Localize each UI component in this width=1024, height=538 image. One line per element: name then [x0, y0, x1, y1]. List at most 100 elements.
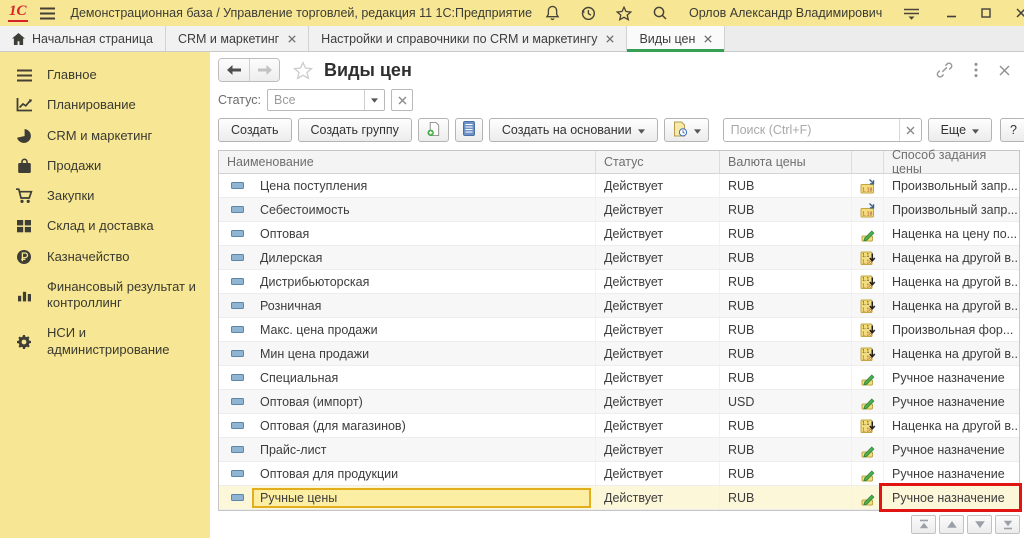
tab[interactable]: Начальная страница: [0, 26, 166, 51]
table-row[interactable]: Прайс-лист Действует RUB Ручное назначен…: [219, 438, 1019, 462]
create-group-button[interactable]: Создать группу: [298, 118, 412, 142]
status-filter-combo[interactable]: Все: [267, 89, 385, 111]
close-form-icon[interactable]: [999, 65, 1010, 76]
table-row[interactable]: Дилерская Действует RUB 1.11.18 Наценка …: [219, 246, 1019, 270]
more-button[interactable]: Еще: [928, 118, 992, 142]
sidebar-item[interactable]: Продажи: [0, 151, 210, 181]
sidebar-item-icon: [14, 249, 34, 265]
column-header-currency[interactable]: Валюта цены: [719, 151, 851, 173]
go-to-bottom-button[interactable]: [995, 515, 1020, 534]
table-header: Наименование Статус Валюта цены Способ з…: [219, 151, 1019, 174]
sidebar-item[interactable]: НСИ и администрирование: [0, 318, 210, 365]
kebab-menu-icon[interactable]: [974, 62, 978, 78]
tab-label: Начальная страница: [32, 32, 153, 46]
tab[interactable]: Настройки и справочники по CRM и маркети…: [309, 26, 627, 51]
sidebar-item-label: Планирование: [47, 97, 136, 113]
method-cell: Наценка на другой в...: [883, 414, 1019, 437]
sidebar-item[interactable]: Склад и доставка: [0, 211, 210, 241]
price-type-item-icon: [231, 398, 244, 405]
maximize-button[interactable]: [977, 4, 995, 22]
price-type-item-icon: [231, 494, 244, 501]
table-row[interactable]: Макс. цена продажи Действует RUB 1.11.18…: [219, 318, 1019, 342]
sidebar-item[interactable]: Казначейство: [0, 242, 210, 272]
table-row[interactable]: Дистрибьюторская Действует RUB 1.11.18 Н…: [219, 270, 1019, 294]
create-based-on-button[interactable]: Создать на основании: [489, 118, 658, 142]
sidebar-item-icon: [14, 188, 34, 204]
get-link-icon[interactable]: [936, 62, 953, 78]
table-row[interactable]: Оптовая (для магазинов) Действует RUB 1.…: [219, 414, 1019, 438]
create-button[interactable]: Создать: [218, 118, 292, 142]
main-menu-icon[interactable]: [39, 4, 56, 22]
sidebar-item[interactable]: CRM и маркетинг: [0, 121, 210, 151]
table-row[interactable]: Мин цена продажи Действует RUB 1.11.18 Н…: [219, 342, 1019, 366]
move-down-button[interactable]: [967, 515, 992, 534]
method-icon-cell: [851, 222, 883, 245]
back-button[interactable]: [219, 59, 249, 81]
method-icon: 1.18: [860, 202, 876, 218]
tab-label: Виды цен: [639, 32, 695, 46]
table-row[interactable]: Себестоимость Действует RUB 1.18 Произво…: [219, 198, 1019, 222]
tab-close-icon[interactable]: [606, 35, 614, 43]
sidebar-item[interactable]: Финансовый результат и контроллинг: [0, 272, 210, 319]
move-up-button[interactable]: [939, 515, 964, 534]
minimize-button[interactable]: [942, 4, 960, 22]
price-type-name: Оптовая: [252, 224, 591, 244]
price-type-name: Оптовая (для магазинов): [252, 416, 591, 436]
method-icon: [860, 490, 876, 506]
window-title: Демонстрационная база / Управление торго…: [71, 6, 533, 20]
global-search-icon[interactable]: [651, 4, 669, 22]
currency-cell: USD: [719, 390, 851, 413]
method-icon-cell: [851, 438, 883, 461]
status-filter-clear-button[interactable]: [391, 89, 413, 111]
favorite-star-icon[interactable]: [293, 61, 313, 80]
list-settings-button[interactable]: [455, 118, 483, 142]
svg-text:1.1: 1.1: [862, 277, 869, 283]
price-type-item-icon: [231, 206, 244, 213]
tab[interactable]: CRM и маркетинг: [166, 26, 309, 51]
history-icon[interactable]: [579, 4, 597, 22]
sidebar-item-icon: [14, 97, 34, 113]
table-row[interactable]: Ручные цены Действует RUB Ручное назначе…: [219, 486, 1019, 510]
method-icon-cell: 1.11.18: [851, 294, 883, 317]
title-bar: 1С Демонстрационная база / Управление то…: [0, 0, 1024, 26]
close-window-button[interactable]: [1012, 4, 1024, 22]
table-row[interactable]: Цена поступления Действует RUB 1.18 Прои…: [219, 174, 1019, 198]
method-cell: Наценка на цену по...: [883, 222, 1019, 245]
status-cell: Действует: [595, 246, 719, 269]
service-menu-icon[interactable]: [902, 4, 920, 22]
sidebar-item[interactable]: Планирование: [0, 90, 210, 120]
notifications-icon[interactable]: [543, 4, 561, 22]
search-clear-icon[interactable]: [899, 119, 921, 141]
sidebar-item[interactable]: Закупки: [0, 181, 210, 211]
forward-button[interactable]: [249, 59, 279, 81]
report-button[interactable]: [664, 118, 709, 142]
column-header-status[interactable]: Статус: [595, 151, 719, 173]
column-header-method[interactable]: Способ задания цены: [883, 151, 1019, 173]
method-icon: 1.11.18: [860, 250, 876, 266]
go-to-top-button[interactable]: [911, 515, 936, 534]
column-header-name[interactable]: Наименование: [219, 151, 595, 173]
combo-dropdown-icon[interactable]: [364, 90, 384, 110]
table-row[interactable]: Оптовая Действует RUB Наценка на цену по…: [219, 222, 1019, 246]
tab-close-icon[interactable]: [704, 35, 712, 43]
table-row[interactable]: Оптовая (импорт) Действует USD Ручное на…: [219, 390, 1019, 414]
price-type-name: Макс. цена продажи: [252, 320, 591, 340]
favorites-icon[interactable]: [615, 4, 633, 22]
tab-bar: Начальная страница CRM и маркетинг Настр…: [0, 26, 1024, 52]
search-input[interactable]: [724, 119, 899, 141]
tab[interactable]: Виды цен: [627, 26, 725, 51]
table-row[interactable]: Розничная Действует RUB 1.11.18 Наценка …: [219, 294, 1019, 318]
current-user[interactable]: Орлов Александр Владимирович: [689, 6, 882, 20]
help-button[interactable]: ?: [1000, 118, 1024, 142]
search-box: [723, 118, 922, 142]
method-cell: Произвольная фор...: [883, 318, 1019, 341]
tab-close-icon[interactable]: [288, 35, 296, 43]
table-row[interactable]: Специальная Действует RUB Ручное назначе…: [219, 366, 1019, 390]
price-type-item-icon: [231, 182, 244, 189]
copy-button[interactable]: [418, 118, 449, 142]
sidebar-item[interactable]: Главное: [0, 60, 210, 90]
price-type-name: Цена поступления: [252, 176, 591, 196]
table-row[interactable]: Оптовая для продукции Действует RUB Ручн…: [219, 462, 1019, 486]
method-icon-cell: [851, 462, 883, 485]
method-cell: Ручное назначение: [883, 438, 1019, 461]
